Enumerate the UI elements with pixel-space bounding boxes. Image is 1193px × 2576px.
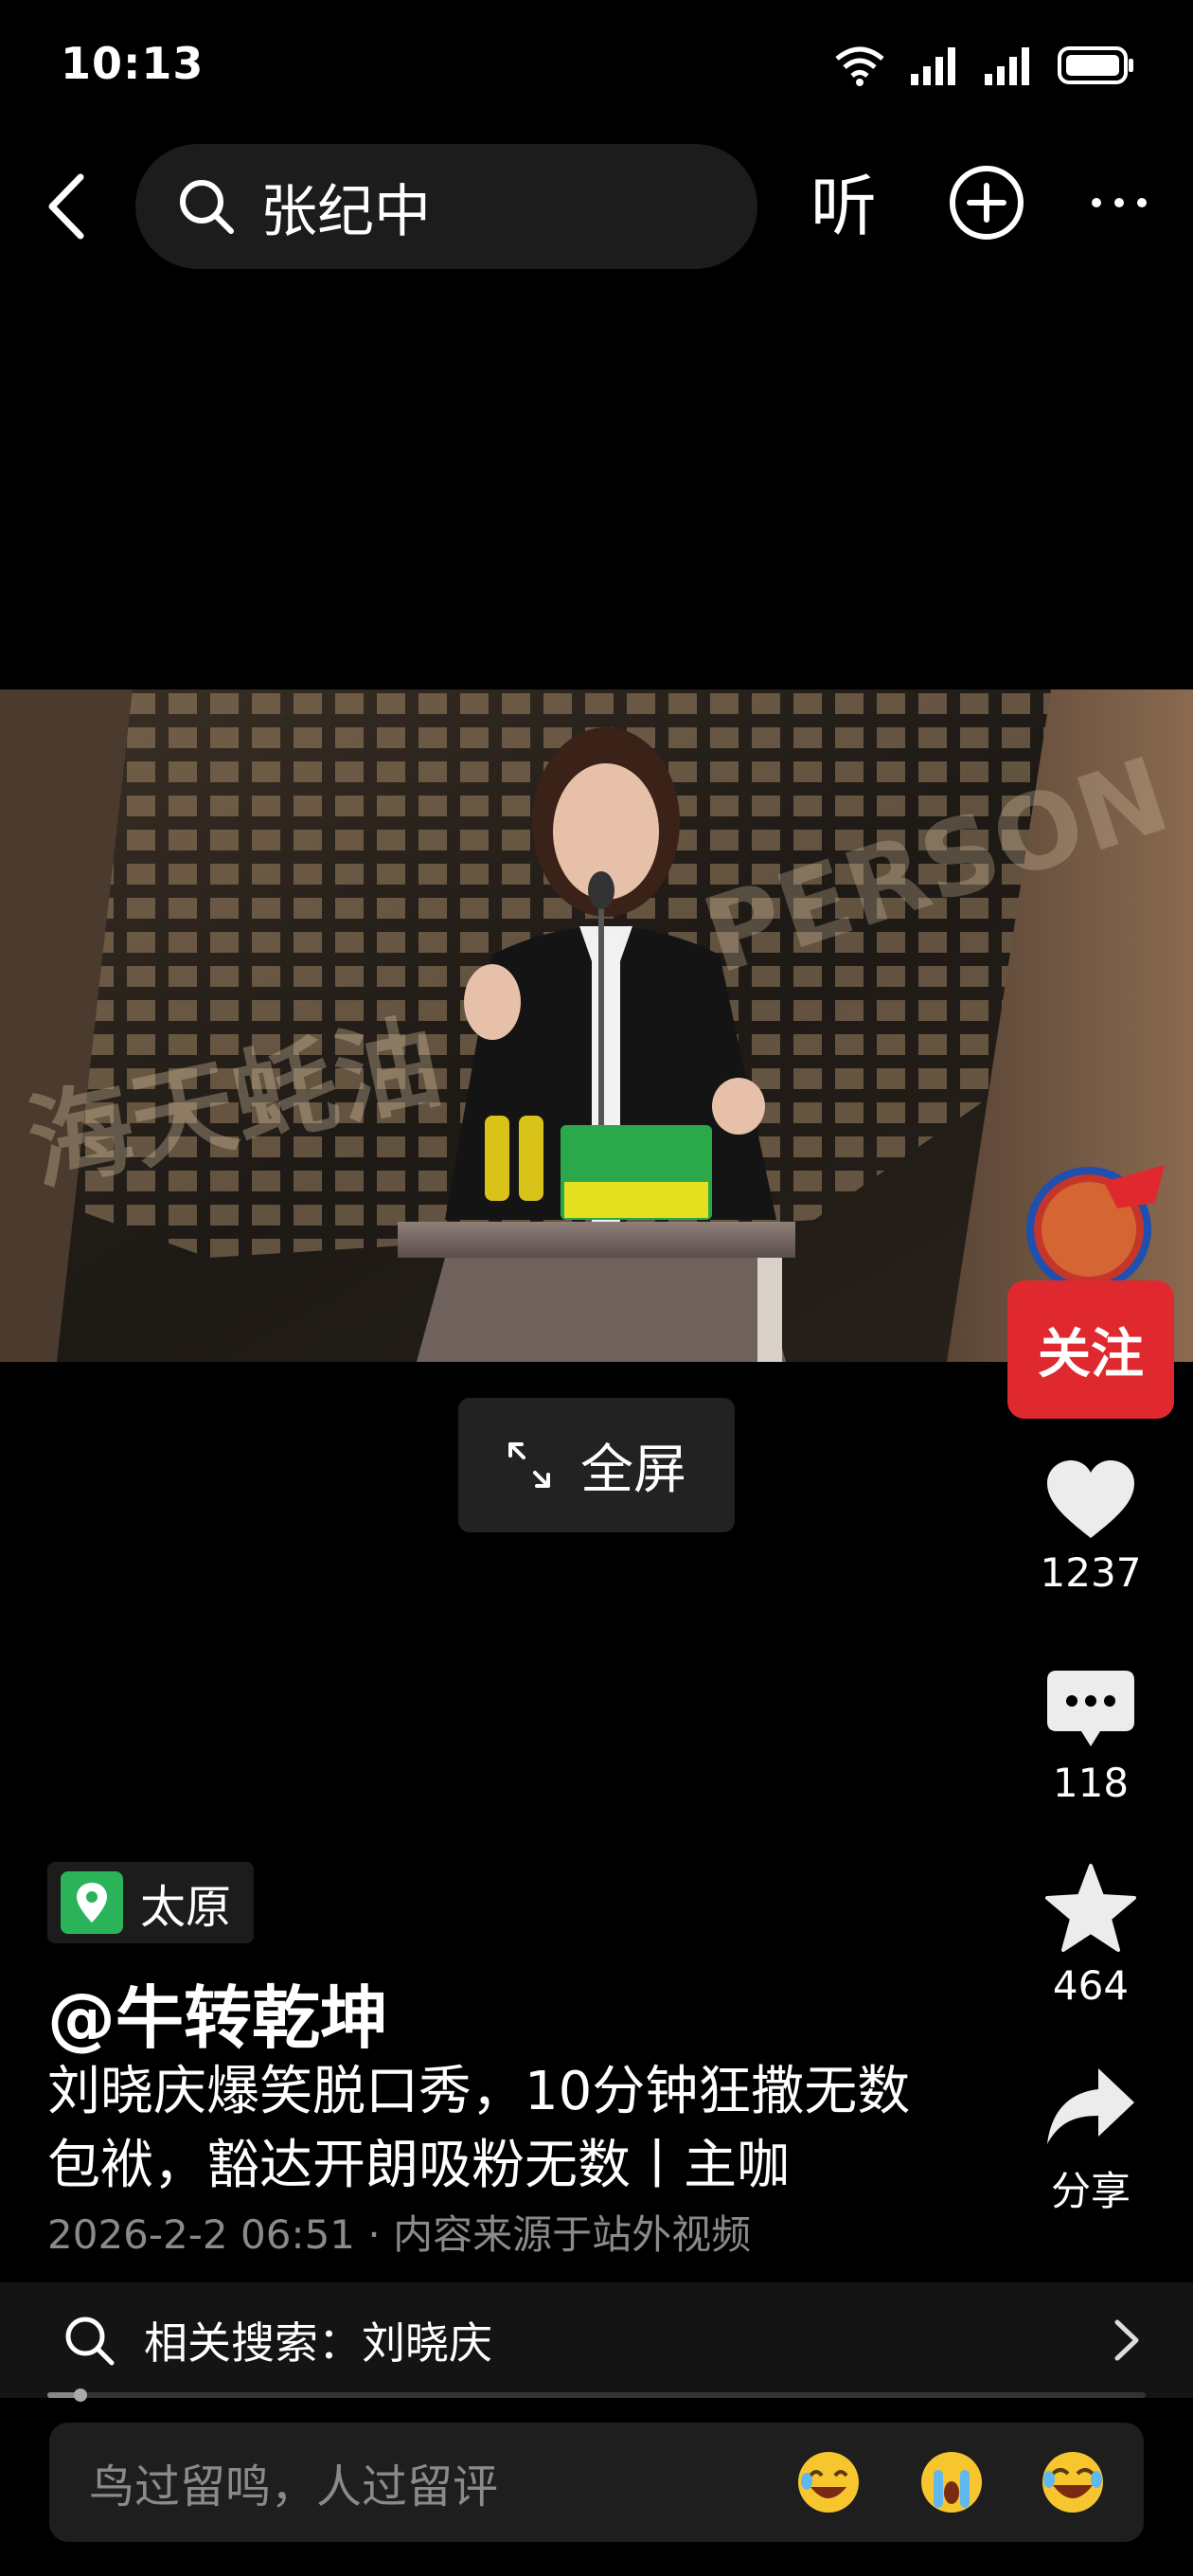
like-button[interactable]: 1237 — [996, 1458, 1185, 1596]
comment-input[interactable]: 鸟过留鸣，人过留评 — [49, 2423, 1144, 2542]
search-query: 张纪中 — [260, 178, 431, 245]
listen-button[interactable]: 听 — [810, 165, 877, 248]
fullscreen-button[interactable]: 全屏 — [458, 1398, 735, 1532]
back-arrow-icon — [48, 173, 84, 240]
comment-placeholder: 鸟过留鸣，人过留评 — [89, 2460, 499, 2513]
add-circle-icon[interactable] — [947, 163, 1026, 242]
post-description: 刘晓庆爆笑脱口秀，10分钟狂撒无数包袱，豁达开朗吸粉无数丨主咖 — [47, 2061, 911, 2196]
follow-button[interactable]: 关注 — [1007, 1280, 1174, 1419]
video-progress-knob[interactable] — [73, 2388, 87, 2402]
share-icon — [1047, 2068, 1134, 2144]
location-label: 太原 — [140, 1881, 232, 1934]
video-progress-bar[interactable] — [47, 2388, 1146, 2402]
laughing-emoji-icon[interactable] — [795, 2449, 862, 2515]
more-icon[interactable] — [1079, 163, 1159, 242]
comment-icon — [1047, 1671, 1134, 1746]
top-bar: 张纪中 听 — [0, 142, 1193, 271]
author-name[interactable]: @牛转乾坤 — [47, 1962, 388, 2062]
share-label: 分享 — [1050, 2168, 1131, 2214]
chevron-right-icon — [1114, 2319, 1139, 2361]
signal-icon — [985, 47, 1029, 85]
hot-event-badge[interactable] — [1013, 1154, 1174, 1296]
star-icon — [1045, 1864, 1136, 1952]
share-button[interactable]: 分享 — [996, 2065, 1185, 2217]
signal-icon — [911, 47, 955, 85]
search-icon — [65, 2317, 115, 2366]
search-input[interactable]: 张纪中 — [135, 144, 757, 269]
like-count: 1237 — [1040, 1549, 1142, 1596]
status-time: 10:13 — [61, 38, 205, 89]
rofl-emoji-icon[interactable] — [1040, 2449, 1106, 2515]
related-search-bar[interactable]: 相关搜索：刘晓庆 — [0, 2282, 1193, 2398]
crying-emoji-icon[interactable] — [918, 2449, 985, 2515]
fullscreen-label: 全屏 — [580, 1439, 686, 1501]
expand-icon — [508, 1442, 550, 1488]
favorite-count: 464 — [1052, 1962, 1130, 2009]
wifi-icon — [835, 46, 884, 86]
comment-button[interactable]: 118 — [996, 1669, 1185, 1806]
post-meta: 2026-2-2 06:51 · 内容来源于站外视频 — [47, 2211, 752, 2258]
heart-icon — [1047, 1460, 1134, 1538]
location-tag[interactable]: 太原 — [47, 1862, 255, 1943]
location-pin-icon — [61, 1871, 123, 1934]
battery-icon — [1058, 46, 1133, 84]
status-bar: 10:13 — [0, 0, 1193, 133]
comment-count: 118 — [1052, 1760, 1130, 1806]
favorite-button[interactable]: 464 — [996, 1862, 1185, 2009]
related-search-label: 相关搜索：刘晓庆 — [144, 2317, 492, 2369]
search-icon — [180, 180, 234, 234]
status-icons — [831, 42, 1136, 89]
back-button[interactable] — [28, 169, 104, 244]
